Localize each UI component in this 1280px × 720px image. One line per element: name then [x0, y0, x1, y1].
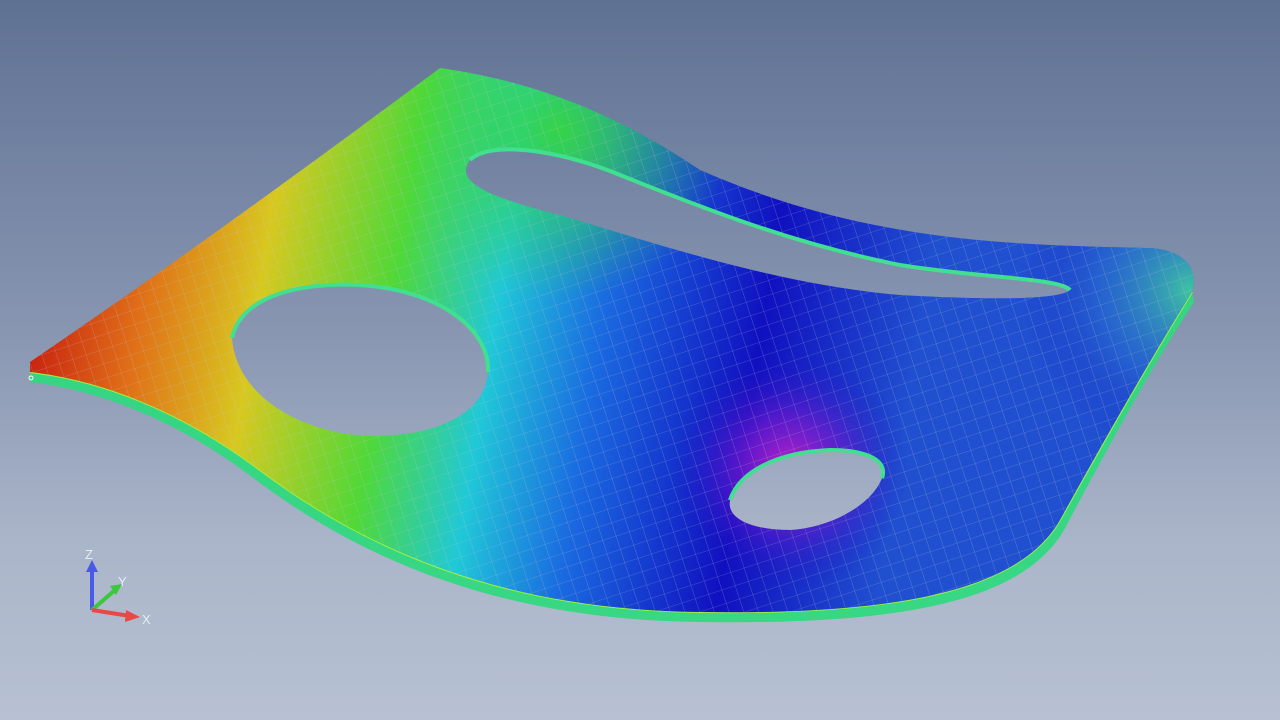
graphics-viewport[interactable]: Z Y X	[0, 0, 1280, 720]
y-axis-label: Y	[118, 574, 127, 589]
x-arrow-icon	[125, 610, 140, 622]
coordinate-triad: Z Y X	[85, 547, 151, 627]
x-axis-label: X	[142, 612, 151, 627]
y-axis-icon	[90, 588, 117, 612]
z-axis-label: Z	[85, 547, 93, 562]
fea-contour-plot[interactable]	[0, 0, 1280, 720]
x-axis-icon	[91, 608, 131, 618]
